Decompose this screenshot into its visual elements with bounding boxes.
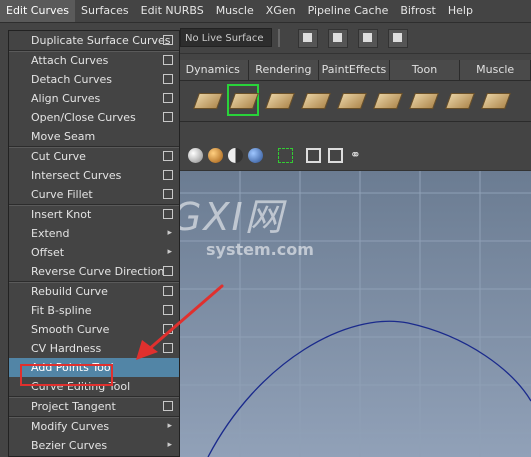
annotation-arrow-icon [136,284,224,360]
